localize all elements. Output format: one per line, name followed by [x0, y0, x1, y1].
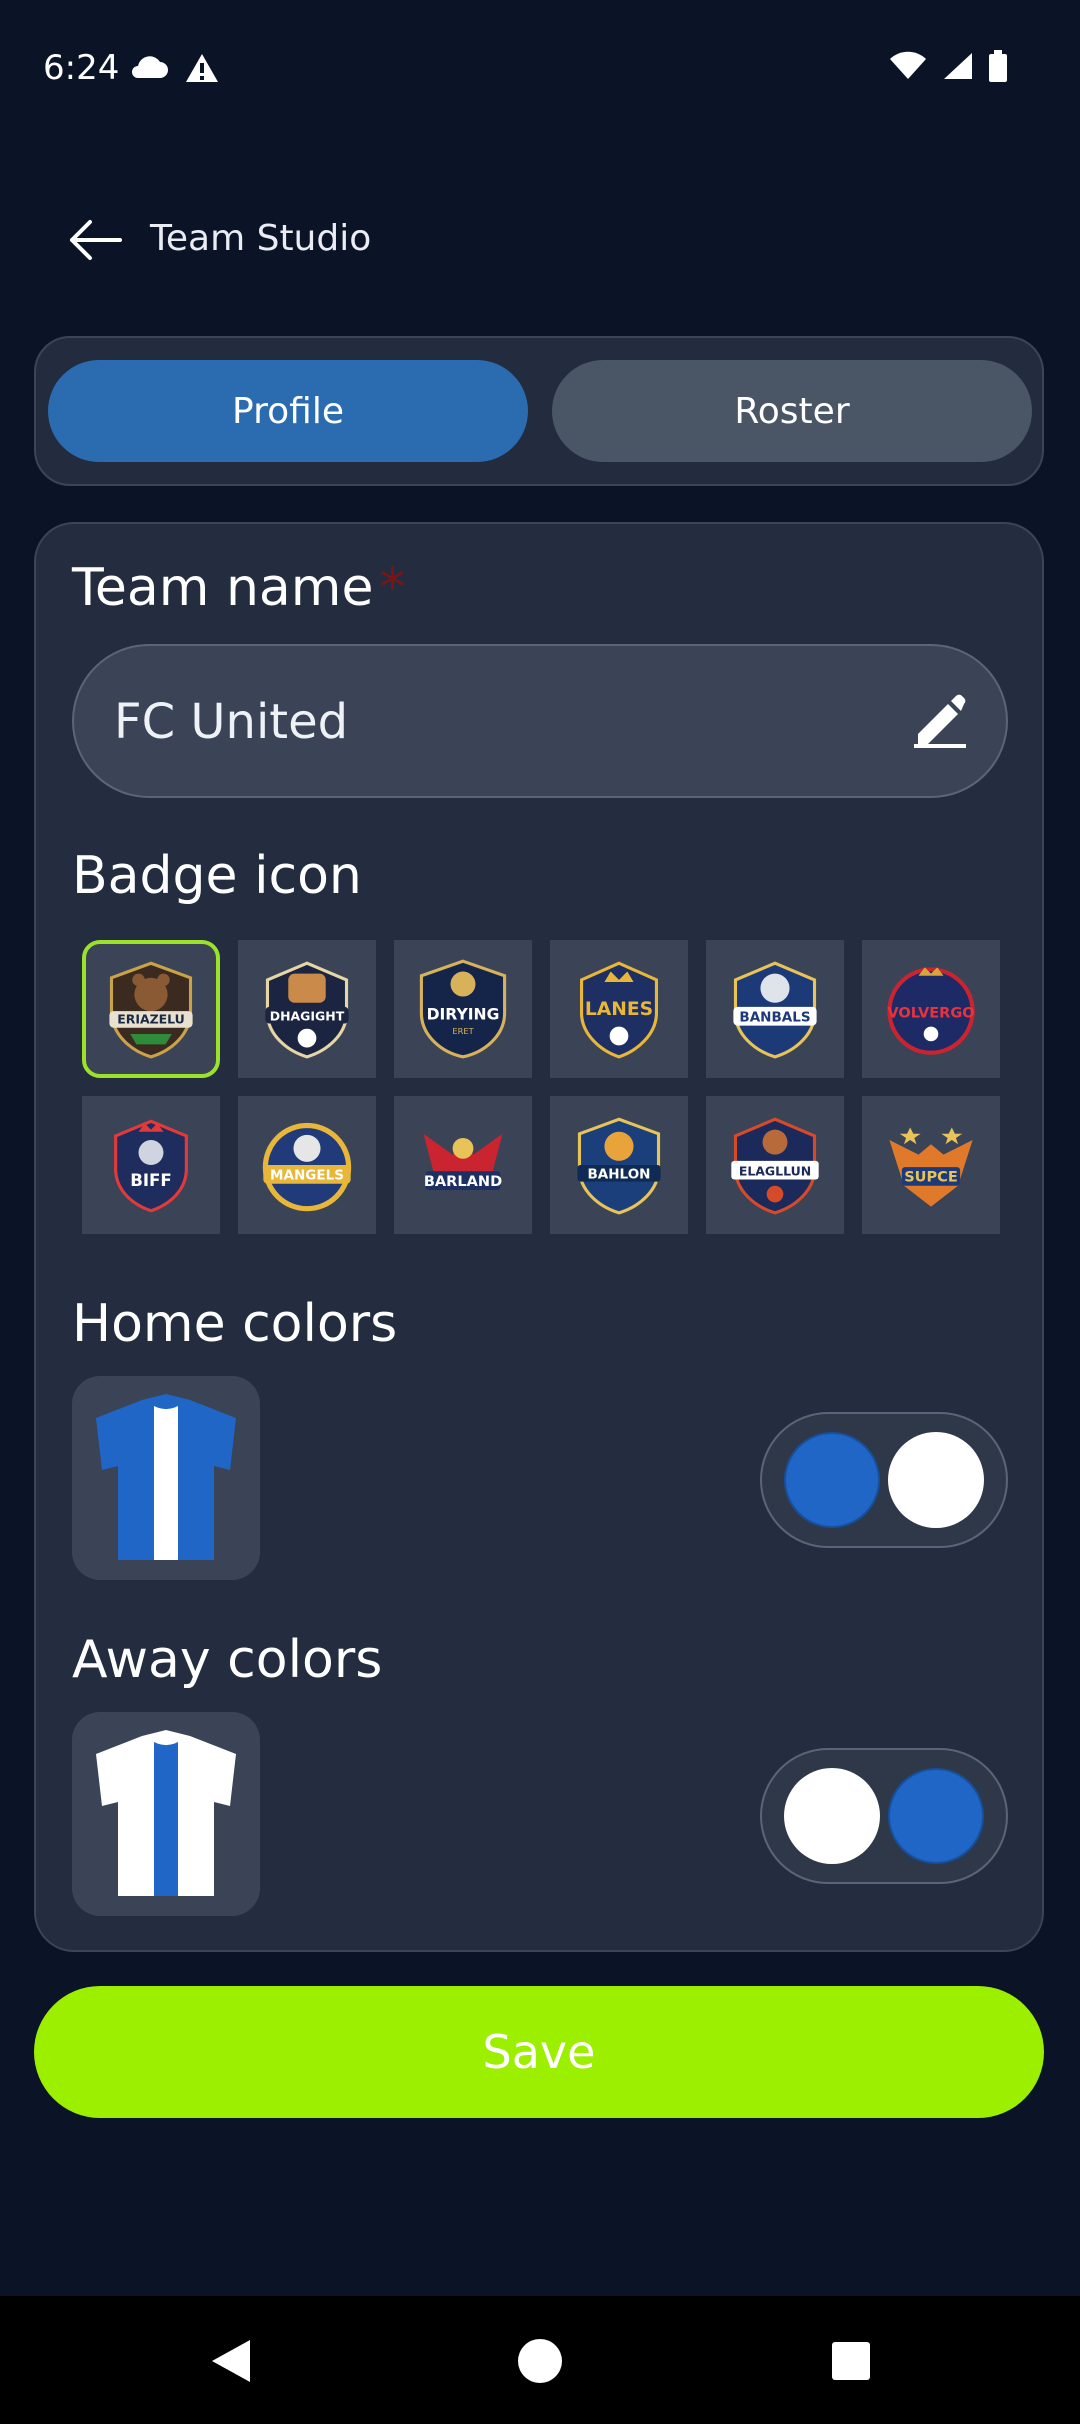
recents-nav-icon[interactable] [826, 2336, 876, 2386]
svg-text:ELAGLLUN: ELAGLLUN [739, 1163, 811, 1178]
badge-option[interactable]: BARLAND [394, 1096, 532, 1234]
save-button[interactable]: Save [34, 1986, 1044, 2118]
svg-text:VOLVERGO: VOLVERGO [887, 1004, 974, 1021]
away-jersey-preview[interactable] [72, 1712, 260, 1916]
home-color-picker [760, 1412, 1008, 1548]
svg-text:DHAGIGHT: DHAGIGHT [270, 1008, 345, 1023]
svg-text:BIFF: BIFF [130, 1171, 172, 1190]
badge-option[interactable]: SUPCE [862, 1096, 1000, 1234]
tiger-badge-icon: BAHLON [577, 1117, 661, 1215]
status-bar: 6:24 [0, 0, 1080, 140]
badge-option[interactable]: DIRYING ERET [394, 940, 532, 1078]
badge-option[interactable]: DHAGIGHT [238, 940, 376, 1078]
warning-icon [186, 54, 218, 82]
svg-text:BANBALS: BANBALS [739, 1009, 810, 1025]
eagle-badge-icon: ELAGLLUN [731, 1117, 819, 1215]
bulldog-badge-icon: BIFF [114, 1119, 188, 1213]
jersey-icon [96, 1394, 236, 1560]
svg-text:BARLAND: BARLAND [424, 1173, 502, 1190]
raccoon-badge-icon: BANBALS [733, 961, 817, 1059]
badge-option[interactable]: BAHLON [550, 1096, 688, 1234]
page-title: Team Studio [150, 218, 372, 259]
crown-badge-icon: LANES [580, 961, 658, 1059]
team-name-label: Team name * [72, 558, 405, 618]
tab-profile[interactable]: Profile [48, 360, 528, 462]
tab-bar: Profile Roster [34, 336, 1044, 486]
badge-option[interactable]: MANGELS [238, 1096, 376, 1234]
wing-badge-icon: SUPCE [889, 1127, 973, 1207]
lion-badge-icon: MANGELS [262, 1122, 352, 1212]
svg-text:ERET: ERET [452, 1026, 474, 1036]
profile-form-card: Team name * FC United Badge icon ERIAZELU [34, 522, 1044, 1952]
badge-option[interactable]: ERIAZELU [82, 940, 220, 1078]
away-colors-label: Away colors [72, 1630, 383, 1690]
phoenix-badge-icon: BARLAND [423, 1133, 503, 1190]
status-time: 6:24 [43, 48, 120, 88]
shield-badge-icon: DIRYING ERET [419, 959, 507, 1059]
away-secondary-color-swatch[interactable] [888, 1768, 984, 1864]
back-nav-icon[interactable] [206, 2336, 256, 2386]
badge-option[interactable]: VOLVERGO [862, 940, 1000, 1078]
bear-badge-icon: ERIAZELU [109, 961, 193, 1059]
svg-text:DIRYING: DIRYING [427, 1005, 500, 1023]
badge-option[interactable]: LANES [550, 940, 688, 1078]
app-bar: Team Studio [0, 200, 1080, 280]
home-secondary-color-swatch[interactable] [888, 1432, 984, 1528]
team-name-label-text: Team name [72, 558, 374, 618]
badge-option[interactable]: BANBALS [706, 940, 844, 1078]
badge-option[interactable]: BIFF [82, 1096, 220, 1234]
badge-icon-label: Badge icon [72, 846, 362, 906]
robot-badge-icon: DHAGIGHT [265, 961, 349, 1059]
battery-icon [989, 50, 1007, 82]
system-navigation-bar [0, 2296, 1080, 2424]
signal-icon [944, 53, 972, 79]
team-name-input[interactable]: FC United [72, 644, 1008, 798]
away-primary-color-swatch[interactable] [784, 1768, 880, 1864]
svg-text:SUPCE: SUPCE [904, 1169, 958, 1186]
away-color-picker [760, 1748, 1008, 1884]
home-colors-label: Home colors [72, 1294, 398, 1354]
home-nav-icon[interactable] [515, 2336, 565, 2386]
badge-option[interactable]: ELAGLLUN [706, 1096, 844, 1234]
back-arrow-icon[interactable] [68, 218, 122, 262]
svg-text:ERIAZELU: ERIAZELU [117, 1012, 185, 1027]
pencil-icon[interactable] [910, 690, 970, 750]
red-crest-badge-icon: VOLVERGO [887, 967, 975, 1055]
home-jersey-preview[interactable] [72, 1376, 260, 1580]
svg-text:BAHLON: BAHLON [587, 1167, 650, 1183]
svg-text:LANES: LANES [585, 999, 653, 1020]
wifi-icon [890, 51, 926, 79]
badge-grid: ERIAZELU DHAGIGHT DIRYING ERET LANES BAN… [82, 940, 1002, 1234]
required-marker: * [379, 558, 406, 618]
home-primary-color-swatch[interactable] [784, 1432, 880, 1528]
tab-roster[interactable]: Roster [552, 360, 1032, 462]
svg-text:MANGELS: MANGELS [270, 1168, 344, 1184]
team-name-value[interactable]: FC United [114, 694, 348, 750]
cloud-icon [132, 56, 168, 78]
status-icons [888, 50, 1008, 82]
jersey-icon [96, 1730, 236, 1896]
